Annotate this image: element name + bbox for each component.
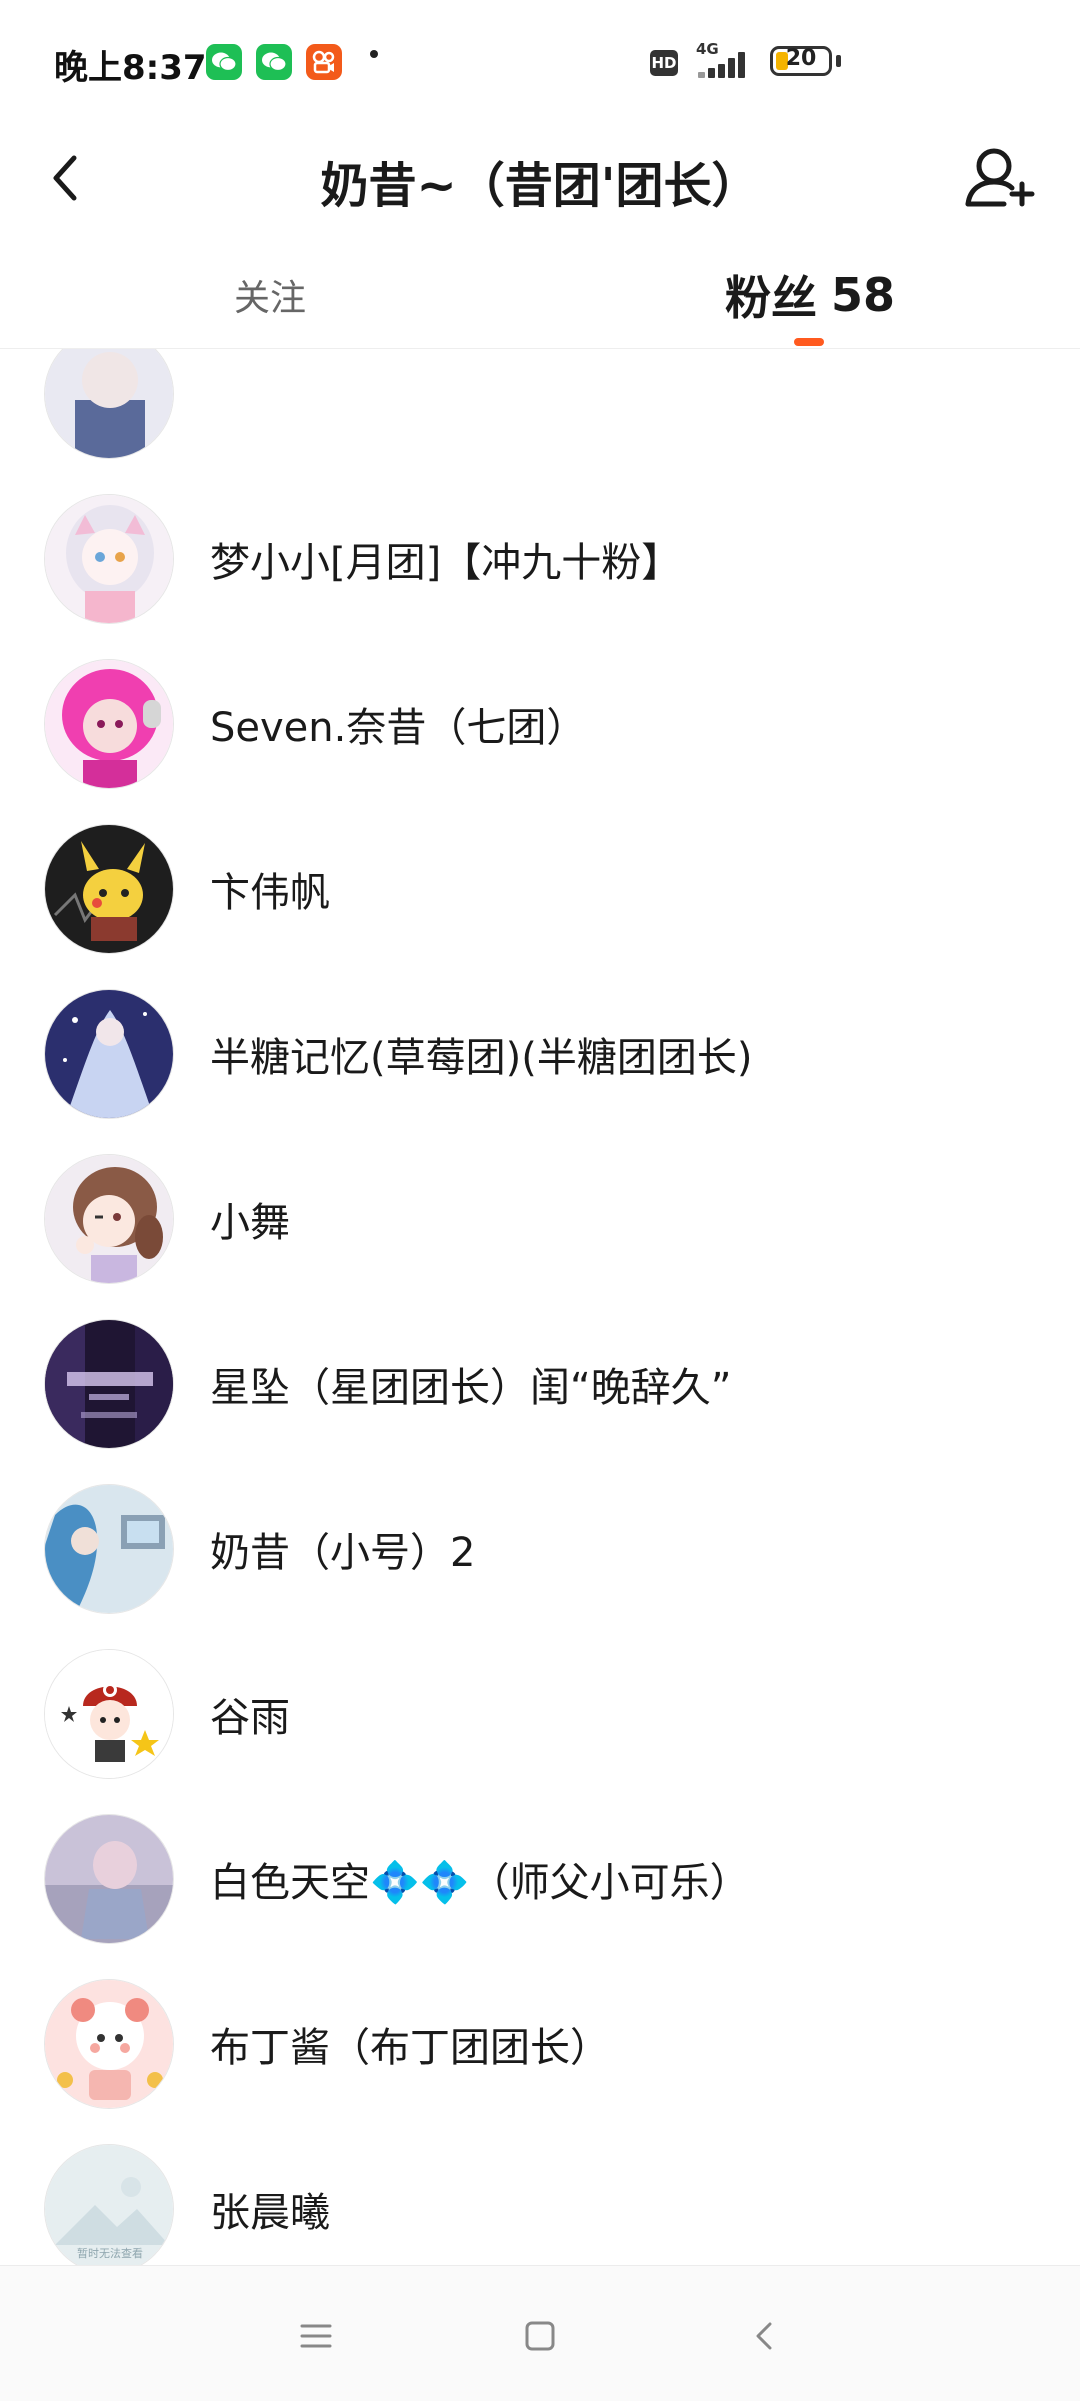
fans-list[interactable]: 梦小小[月团]【冲九十粉】 Seven.奈昔（七团） 卞伟帆 半糖记忆(草莓团)… <box>0 349 1080 2265</box>
home-button[interactable] <box>510 2306 570 2366</box>
list-item[interactable]: 布丁酱（布丁团团长） <box>0 1961 1080 2126</box>
list-item[interactable]: 星坠（星团团长）闺“晚辞久” <box>0 1301 1080 1466</box>
avatar[interactable] <box>44 659 174 789</box>
system-nav-bar <box>0 2265 1080 2401</box>
home-square-icon <box>525 2321 555 2351</box>
list-item[interactable]: 白色天空💠💠（师父小可乐） <box>0 1796 1080 1961</box>
hd-badge: HD <box>650 50 678 76</box>
list-item[interactable]: 小舞 <box>0 1136 1080 1301</box>
list-item[interactable]: Seven.奈昔（七团） <box>0 641 1080 806</box>
tab-following[interactable]: 关注 <box>180 260 360 330</box>
list-item[interactable]: 谷雨 <box>0 1631 1080 1796</box>
battery-icon: 20 <box>770 46 832 76</box>
system-back-button[interactable] <box>734 2306 794 2366</box>
fan-name: 奶昔（小号）2 <box>210 1529 476 1576</box>
avatar[interactable] <box>44 824 174 954</box>
fan-name: Seven.奈昔（七团） <box>210 704 587 751</box>
battery-tip <box>836 55 841 67</box>
list-item[interactable]: 半糖记忆(草莓团)(半糖团团长) <box>0 971 1080 1136</box>
avatar[interactable] <box>44 494 174 624</box>
add-friend-button[interactable] <box>960 132 1040 222</box>
fan-name: 半糖记忆(草莓团)(半糖团团长) <box>210 1034 753 1081</box>
avatar[interactable] <box>44 1319 174 1449</box>
avatar[interactable] <box>44 1484 174 1614</box>
header: 奶昔~（昔团'团长） <box>0 118 1080 246</box>
active-tab-indicator <box>794 338 824 346</box>
list-item[interactable]: 暂时无法查看 张晨曦 <box>0 2126 1080 2265</box>
page-title: 奶昔~（昔团'团长） <box>320 158 760 214</box>
tab-fans-count: 58 <box>830 268 895 322</box>
fan-name: 卞伟帆 <box>210 869 330 916</box>
list-item[interactable]: 奶昔（小号）2 <box>0 1466 1080 1631</box>
fan-name: 布丁酱（布丁团团长） <box>210 2024 610 2071</box>
avatar[interactable] <box>44 1154 174 1284</box>
back-triangle-icon <box>756 2322 772 2350</box>
fan-name: 白色天空💠💠（师父小可乐） <box>210 1859 750 1906</box>
avatar[interactable] <box>44 1979 174 2109</box>
list-item[interactable] <box>0 349 1080 476</box>
kuaishou-icon <box>306 44 342 80</box>
status-time: 晚上8:37 <box>54 48 207 88</box>
add-user-icon <box>965 148 1035 207</box>
wechat-icon <box>256 44 292 80</box>
menu-button[interactable] <box>286 2306 346 2366</box>
avatar[interactable] <box>44 1649 174 1779</box>
avatar[interactable] <box>44 1814 174 1944</box>
fan-name: 梦小小[月团]【冲九十粉】 <box>210 539 682 586</box>
fan-name: 小舞 <box>210 1199 290 1246</box>
fan-name: 星坠（星团团长）闺“晚辞久” <box>210 1364 732 1411</box>
tab-fans-label: 粉丝 <box>724 271 817 325</box>
battery-level: 20 <box>785 46 817 71</box>
list-item[interactable]: 卞伟帆 <box>0 806 1080 971</box>
status-bar: 晚上8:37 HD 4G 20 <box>0 0 1080 118</box>
avatar[interactable] <box>44 989 174 1119</box>
fan-name: 谷雨 <box>210 1694 290 1741</box>
notification-dot-icon <box>370 50 378 58</box>
wechat-icon <box>206 44 242 80</box>
fan-name: 张晨曦 <box>210 2189 330 2236</box>
avatar[interactable] <box>44 349 174 459</box>
list-item[interactable]: 梦小小[月团]【冲九十粉】 <box>0 476 1080 641</box>
avatar-placeholder-text: 暂时无法查看 <box>77 2246 143 2260</box>
menu-icon <box>300 2324 332 2348</box>
avatar[interactable]: 暂时无法查看 <box>44 2144 174 2265</box>
tab-bar: 关注 粉丝 58 <box>0 246 1080 349</box>
tab-following-label: 关注 <box>233 278 306 319</box>
tab-fans[interactable]: 粉丝 58 <box>690 260 930 330</box>
signal-strength-icon <box>694 50 754 78</box>
